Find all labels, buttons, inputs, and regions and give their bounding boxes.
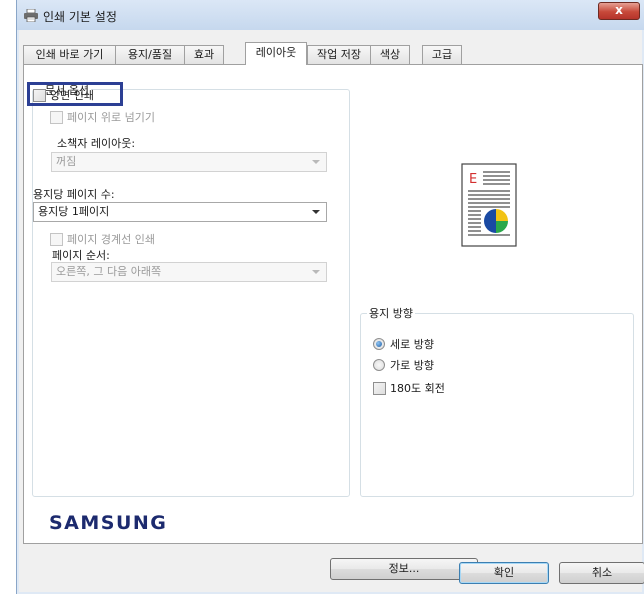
landscape-label: 가로 방향 [390, 359, 434, 372]
rotate-180-checkbox[interactable]: 180도 회전 [373, 380, 445, 396]
pages-per-sheet-label: 용지당 페이지 수: [33, 188, 115, 201]
pages-per-sheet-value: 용지당 1페이지 [38, 205, 110, 218]
tab-advanced[interactable]: 고급 [422, 45, 462, 64]
page-order-label: 페이지 순서: [52, 249, 110, 262]
title-bar: 인쇄 기본 설정 x [17, 0, 644, 30]
tab-job-storage[interactable]: 작업 저장 [307, 45, 371, 64]
duplex-checkbox-box[interactable] [33, 88, 46, 102]
preview-letter-e: E [469, 172, 477, 187]
booklet-layout-value: 꺼짐 [56, 155, 77, 168]
document-options-group: 문서 옵션 양면 인쇄 페이지 위로 넘기기 소책자 레이아웃: 꺼짐 용지당 … [27, 82, 350, 497]
print-preferences-dialog: 인쇄 기본 설정 x 인쇄 바로 가기 용지/품질 효과 레이아웃 작업 저장 … [16, 0, 644, 594]
dialog-client-area: 인쇄 바로 가기 용지/품질 효과 레이아웃 작업 저장 색상 고급 문서 옵션… [19, 30, 644, 592]
pages-per-sheet-select[interactable]: 용지당 1페이지 [33, 202, 327, 222]
chevron-down-icon [312, 160, 320, 164]
rotate-180-checkbox-box[interactable] [373, 381, 386, 395]
tab-print-shortcuts[interactable]: 인쇄 바로 가기 [23, 45, 116, 64]
orientation-group: 용지 방향 세로 방향 가로 방향 180도 회전 [360, 305, 634, 497]
print-page-borders-checkbox[interactable]: 페이지 경계선 인쇄 [50, 231, 155, 247]
print-borders-label: 페이지 경계선 인쇄 [67, 233, 155, 246]
duplex-checkbox[interactable]: 양면 인쇄 [33, 87, 94, 103]
booklet-layout-select[interactable]: 꺼짐 [51, 152, 327, 172]
page-order-value: 오른쪽, 그 다음 아래쪽 [56, 265, 162, 278]
preview-color-circle [484, 209, 508, 233]
booklet-layout-label: 소책자 레이아웃: [57, 137, 136, 150]
window-title: 인쇄 기본 설정 [43, 10, 117, 24]
layout-tab-panel: 문서 옵션 양면 인쇄 페이지 위로 넘기기 소책자 레이아웃: 꺼짐 용지당 … [23, 64, 643, 580]
chevron-down-icon [312, 210, 320, 214]
portrait-radio[interactable]: 세로 방향 [373, 336, 434, 352]
tab-paper-quality[interactable]: 용지/품질 [115, 45, 185, 64]
flip-pages-label: 페이지 위로 넘기기 [67, 111, 155, 124]
landscape-radio-button[interactable] [373, 359, 385, 371]
printer-icon [24, 9, 38, 22]
flip-pages-up-checkbox[interactable]: 페이지 위로 넘기기 [50, 109, 155, 125]
page-order-select[interactable]: 오른쪽, 그 다음 아래쪽 [51, 262, 327, 282]
info-button[interactable]: 정보... [330, 558, 478, 580]
orientation-legend: 용지 방향 [367, 305, 415, 321]
tab-layout[interactable]: 레이아웃 [245, 42, 307, 65]
close-button[interactable]: x [598, 2, 640, 20]
page-preview-image: E [461, 163, 517, 247]
chevron-down-icon [312, 270, 320, 274]
tab-color[interactable]: 색상 [370, 45, 410, 64]
samsung-logo: SAMSUNG [49, 512, 168, 534]
portrait-radio-button[interactable] [373, 338, 385, 350]
portrait-label: 세로 방향 [390, 338, 434, 351]
print-borders-checkbox-box[interactable] [50, 232, 63, 246]
landscape-radio[interactable]: 가로 방향 [373, 357, 434, 373]
ok-button[interactable]: 확인 [459, 562, 549, 584]
duplex-label: 양면 인쇄 [50, 89, 94, 102]
rotate-180-label: 180도 회전 [390, 382, 445, 395]
tab-effects[interactable]: 효과 [184, 45, 224, 64]
cancel-button[interactable]: 취소 [559, 562, 644, 584]
flip-pages-checkbox-box[interactable] [50, 110, 63, 124]
